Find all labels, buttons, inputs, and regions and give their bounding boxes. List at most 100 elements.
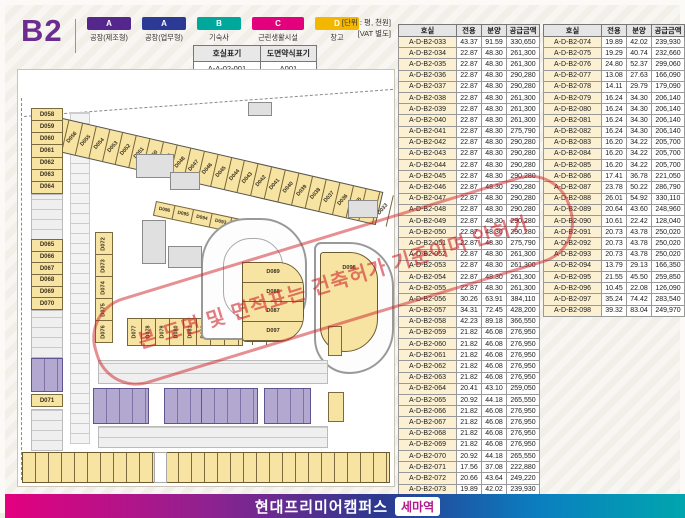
value-cell: 29.13 — [627, 260, 652, 271]
value-cell: 239,930 — [652, 37, 685, 48]
room-id-cell: A-D-B2-047 — [399, 193, 457, 204]
value-cell: 126,090 — [652, 283, 685, 294]
value-cell: 22.87 — [457, 126, 482, 137]
value-cell: 43.78 — [627, 249, 652, 260]
room-id-cell: A-D-B2-061 — [399, 350, 457, 361]
value-cell: 22.87 — [457, 48, 482, 59]
table-row: A-D-B2-08920.6443.60248,960 — [544, 204, 685, 215]
table-row: A-D-B2-03422.8748.30261,300 — [399, 48, 540, 59]
value-cell: 52.37 — [627, 59, 652, 70]
value-cell: 20.73 — [602, 227, 627, 238]
col-header-exclusive: 전용 — [602, 25, 627, 37]
value-cell: 276,950 — [507, 439, 540, 450]
value-cell: 21.82 — [457, 350, 482, 361]
room-id-cell: A-D-B2-075 — [544, 48, 602, 59]
table-row: A-D-B2-04022.8748.30261,300 — [399, 115, 540, 126]
room-id-cell: A-D-B2-078 — [544, 81, 602, 92]
table-row: A-D-B2-06921.8246.08276,950 — [399, 439, 540, 450]
value-cell: 44.18 — [482, 395, 507, 406]
plan-core-box — [248, 102, 272, 116]
legend-item-factory-mfg: A 공장(제조형) — [87, 17, 131, 43]
value-cell: 261,300 — [507, 271, 540, 282]
value-cell: 48.30 — [482, 182, 507, 193]
value-cell: 21.82 — [457, 417, 482, 428]
value-cell: 14.11 — [602, 81, 627, 92]
value-cell: 21.82 — [457, 428, 482, 439]
value-cell: 21.82 — [457, 439, 482, 450]
room-id-cell: A-D-B2-071 — [399, 462, 457, 473]
table-row: A-D-B2-04722.8748.30290,280 — [399, 193, 540, 204]
project-title: 현대프리미어캠퍼스 — [255, 496, 388, 517]
value-cell: 48.30 — [482, 59, 507, 70]
value-cell: 22.87 — [457, 160, 482, 171]
room-id-cell: A-D-B2-037 — [399, 81, 457, 92]
table-row: A-D-B2-09220.7343.78250,020 — [544, 238, 685, 249]
value-cell: 205,700 — [652, 148, 685, 159]
value-cell: 19.29 — [602, 48, 627, 59]
value-cell: 22.42 — [627, 216, 652, 227]
col-header-room: 호실 — [544, 25, 602, 37]
value-cell: 43.78 — [627, 238, 652, 249]
room-id-cell: A-D-B2-058 — [399, 316, 457, 327]
value-cell: 48.30 — [482, 160, 507, 171]
room-label: D080 — [173, 326, 179, 339]
room-id-cell: A-D-B2-039 — [399, 104, 457, 115]
plan-room: D072 — [95, 232, 113, 255]
plan-mid-column-units: D072D073D074D075D076 — [95, 233, 113, 343]
table-row: A-D-B2-08723.7850.22286,790 — [544, 182, 685, 193]
plan-room: D076 — [95, 320, 113, 343]
plan-factory-block — [164, 388, 206, 424]
room-id-cell: A-D-B2-080 — [544, 104, 602, 115]
legend-chip: A — [142, 17, 186, 30]
room-id-cell: A-D-B2-050 — [399, 227, 457, 238]
plan-room: D081 — [184, 319, 198, 345]
table-row: A-D-B2-04822.8748.30290,280 — [399, 204, 540, 215]
value-cell: 221,050 — [652, 171, 685, 182]
room-id-cell: A-D-B2-051 — [399, 238, 457, 249]
table-row: A-D-B2-05842.2389.18366,550 — [399, 316, 540, 327]
table-row: A-D-B2-09010.6122.42128,040 — [544, 216, 685, 227]
value-cell: 48.30 — [482, 216, 507, 227]
value-cell: 48.30 — [482, 171, 507, 182]
value-cell: 330,650 — [507, 37, 540, 48]
room-id-cell: A-D-B2-082 — [544, 126, 602, 137]
legend-label: 근린생활시설 — [258, 33, 298, 43]
value-cell: 21.82 — [457, 406, 482, 417]
value-cell: 48.30 — [482, 148, 507, 159]
room-id-cell: A-D-B2-081 — [544, 115, 602, 126]
value-cell: 259,050 — [507, 383, 540, 394]
room-id-cell: A-D-B2-065 — [399, 395, 457, 406]
unit-note-line: [단위 : 평, 천원] — [301, 18, 391, 29]
value-cell: 250,020 — [652, 238, 685, 249]
value-cell: 261,300 — [507, 260, 540, 271]
value-cell: 46.08 — [482, 406, 507, 417]
value-cell: 46.08 — [482, 339, 507, 350]
value-cell: 44.18 — [482, 450, 507, 461]
value-cell: 290,280 — [507, 171, 540, 182]
room-label: D041 — [268, 178, 281, 192]
value-cell: 48.30 — [482, 260, 507, 271]
table-row: A-D-B2-06420.4143.10259,050 — [399, 383, 540, 394]
value-cell: 29.79 — [627, 81, 652, 92]
room-label: D046 — [201, 162, 214, 176]
room-id-cell: A-D-B2-067 — [399, 417, 457, 428]
value-cell: 276,950 — [507, 339, 540, 350]
table-row: A-D-B2-05921.8246.08276,950 — [399, 327, 540, 338]
plan-core-box — [170, 172, 200, 190]
value-cell: 22.87 — [457, 271, 482, 282]
legend-chip: C — [252, 17, 304, 30]
value-cell: 10.61 — [602, 216, 627, 227]
table-row: A-D-B2-07117.5637.08222,880 — [399, 462, 540, 473]
value-cell: 22.87 — [457, 137, 482, 148]
room-id-cell: A-D-B2-038 — [399, 92, 457, 103]
room-id-cell: A-D-B2-055 — [399, 283, 457, 294]
value-cell: 34.30 — [627, 104, 652, 115]
value-cell: 37.08 — [482, 462, 507, 473]
room-id-cell: A-D-B2-079 — [544, 92, 602, 103]
plan-room-small — [328, 326, 342, 356]
value-cell: 290,280 — [507, 182, 540, 193]
value-cell: 22.87 — [457, 182, 482, 193]
room-id-cell: A-D-B2-098 — [544, 305, 602, 316]
value-cell: 16.24 — [602, 92, 627, 103]
room-id-cell: A-D-B2-057 — [399, 305, 457, 316]
